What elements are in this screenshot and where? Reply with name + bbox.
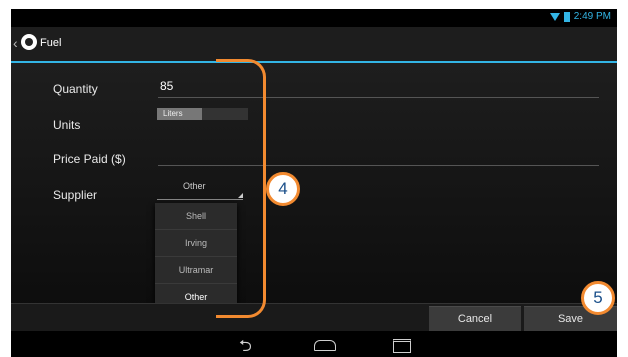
fuel-form: Quantity 85 Units Price Paid ($) Supplie… [11, 63, 617, 307]
navigation-bar: ⮌ [11, 331, 617, 357]
units-selected[interactable]: Liters [157, 108, 202, 120]
action-bar: ‹ Fuel [11, 27, 617, 63]
callout-badge-5: 5 [581, 281, 615, 315]
button-bar: Cancel Save [11, 303, 617, 332]
nav-back-icon[interactable]: ⮌ [239, 335, 252, 357]
quantity-label: Quantity [53, 82, 98, 96]
price-paid-label: Price Paid ($) [53, 152, 126, 166]
status-bar: 2:49 PM [11, 9, 617, 27]
units-label: Units [53, 118, 81, 132]
cancel-button[interactable]: Cancel [429, 306, 521, 331]
annotation-bracket [216, 59, 266, 318]
nav-home-icon[interactable] [314, 340, 336, 351]
page-title: Fuel [40, 37, 62, 49]
quantity-value: 85 [160, 79, 174, 93]
supplier-label: Supplier [53, 188, 98, 202]
battery-icon [563, 11, 570, 22]
nav-recents-icon[interactable] [393, 339, 411, 353]
wifi-icon [549, 12, 560, 21]
android-screen: 2:49 PM ‹ Fuel Quantity 85 Units Price P… [11, 9, 617, 357]
back-caret-icon[interactable]: ‹ [13, 35, 18, 51]
supplier-value: Other [183, 181, 206, 191]
callout-badge-4: 4 [266, 172, 300, 206]
app-icon[interactable] [21, 34, 37, 50]
status-time: 2:49 PM [573, 11, 611, 22]
